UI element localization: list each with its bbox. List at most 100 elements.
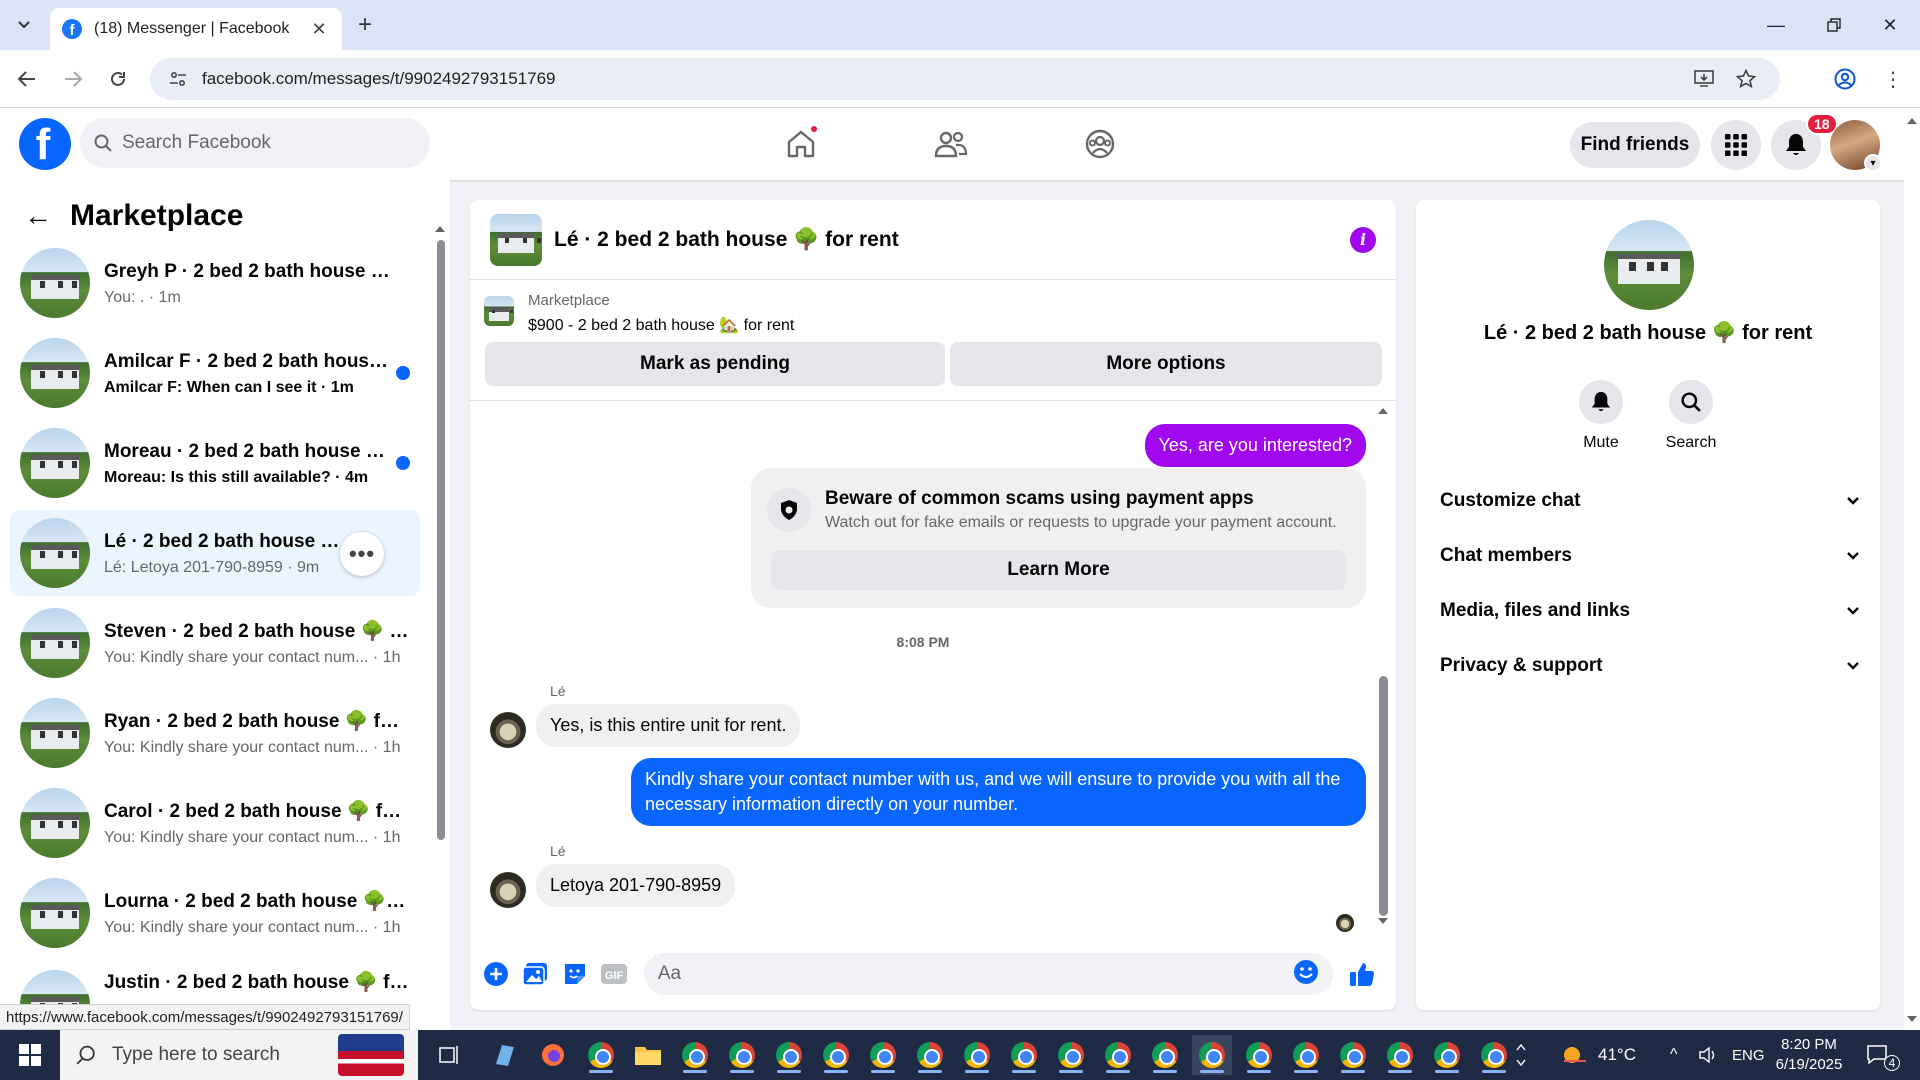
outgoing-message[interactable]: Yes, are you interested? (1144, 424, 1366, 467)
show-hidden-icons-chevron-icon[interactable]: ^ (1670, 1030, 1678, 1080)
chrome-icon[interactable] (1286, 1035, 1326, 1075)
language-indicator[interactable]: ENG (1732, 1030, 1765, 1080)
chat-header: Lé · 2 bed 2 bath house 🌳 for rent i (470, 200, 1396, 280)
chrome-icon[interactable] (1239, 1035, 1279, 1075)
conversation-item[interactable]: Steven · 2 bed 2 bath house 🌳 for rent Y… (10, 600, 420, 686)
menu-grid-button[interactable] (1711, 120, 1761, 170)
volume-icon[interactable] (1698, 1030, 1718, 1080)
account-chevron-down-icon[interactable]: ▾ (1864, 154, 1882, 172)
customize-chat-section[interactable]: Customize chat (1436, 479, 1860, 523)
conversation-item[interactable]: Carol · 2 bed 2 bath house 🌳 for rent Yo… (10, 780, 420, 866)
sender-avatar[interactable] (490, 872, 526, 908)
incoming-message[interactable]: Yes, is this entire unit for rent. (536, 704, 801, 747)
conversation-item[interactable]: Lourna · 2 bed 2 bath house 🌳 for rent Y… (10, 870, 420, 956)
site-settings-icon[interactable] (168, 69, 188, 89)
chrome-icon-active[interactable] (1192, 1035, 1232, 1075)
outgoing-message[interactable]: Kindly share your contact number with us… (631, 758, 1366, 826)
page-scrollbar[interactable] (1904, 108, 1920, 1030)
task-view-icon[interactable] (430, 1035, 470, 1075)
sender-avatar[interactable] (490, 712, 526, 748)
back-arrow-icon[interactable]: ← (20, 198, 56, 234)
search-highlight-image[interactable] (338, 1034, 404, 1076)
photo-icon[interactable] (519, 958, 550, 990)
chrome-icon[interactable] (863, 1035, 903, 1075)
chrome-icon[interactable] (1051, 1035, 1091, 1075)
scrollbar-thumb[interactable] (437, 240, 445, 840)
back-button[interactable] (12, 64, 42, 94)
listing-thumbnail[interactable] (490, 213, 542, 266)
info-icon[interactable]: i (1350, 226, 1376, 253)
install-app-icon[interactable] (1688, 63, 1720, 95)
mute-button[interactable]: Mute (1556, 380, 1646, 452)
sticker-icon[interactable] (559, 958, 590, 990)
listing-avatar[interactable] (1604, 220, 1694, 310)
bookmark-star-icon[interactable] (1730, 63, 1762, 95)
media-files-links-section[interactable]: Media, files and links (1436, 589, 1860, 633)
chrome-icon[interactable] (1145, 1035, 1185, 1075)
thumbs-up-icon[interactable] (1347, 958, 1378, 990)
chrome-icon[interactable] (1427, 1035, 1467, 1075)
scrollbar-thumb[interactable] (1379, 676, 1388, 916)
mark-as-pending-button[interactable]: Mark as pending (485, 342, 945, 386)
chrome-icon[interactable] (1380, 1035, 1420, 1075)
emoji-icon[interactable] (1293, 959, 1319, 990)
conversation-more-options-button[interactable]: ••• (340, 532, 384, 576)
chrome-icon[interactable] (816, 1035, 856, 1075)
privacy-support-section[interactable]: Privacy & support (1436, 644, 1860, 688)
chrome-icon[interactable] (722, 1035, 762, 1075)
chat-title[interactable]: Lé · 2 bed 2 bath house 🌳 for rent (554, 228, 1350, 252)
file-explorer-icon[interactable] (628, 1035, 668, 1075)
search-in-conversation-button[interactable]: Search (1646, 380, 1736, 452)
chrome-icon[interactable] (769, 1035, 809, 1075)
conversation-list-scrollbar[interactable] (434, 200, 446, 1040)
more-options-button[interactable]: More options (950, 342, 1382, 386)
chrome-icon[interactable] (1474, 1035, 1514, 1075)
conversation-item[interactable]: Moreau · 2 bed 2 bath house 🌳 for rent M… (10, 420, 420, 506)
chrome-icon[interactable] (957, 1035, 997, 1075)
reload-button[interactable] (103, 64, 133, 94)
chat-members-section[interactable]: Chat members (1436, 534, 1860, 578)
message-input[interactable] (657, 963, 1293, 985)
incoming-message[interactable]: Letoya 201-790-8959 (536, 864, 736, 907)
browser-tab-messenger[interactable]: f (18) Messenger | Facebook ✕ (50, 8, 342, 50)
chrome-icon[interactable] (910, 1035, 950, 1075)
section-label: Privacy & support (1440, 655, 1603, 676)
browser-profile-icon[interactable] (1830, 64, 1860, 94)
groups-nav-button[interactable] (1076, 120, 1124, 168)
chrome-icon[interactable] (1098, 1035, 1138, 1075)
facebook-search-box[interactable]: Search Facebook (80, 118, 430, 168)
gif-icon[interactable]: GIF (598, 958, 629, 990)
minimize-button[interactable]: — (1756, 10, 1796, 40)
conversation-item[interactable]: Amilcar F · 2 bed 2 bath house 🌳 for ren… (10, 330, 420, 416)
conversation-item[interactable]: Greyh P · 2 bed 2 bath house 🌳 for rent … (10, 240, 420, 326)
restore-button[interactable] (1814, 10, 1854, 40)
firefox-icon[interactable] (533, 1035, 573, 1075)
new-tab-button[interactable]: + (352, 11, 378, 38)
conversation-item[interactable]: Ryan · 2 bed 2 bath house 🌳 for rent You… (10, 690, 420, 776)
weather-widget[interactable]: 41°C (1560, 1030, 1636, 1080)
friends-nav-button[interactable] (927, 120, 975, 168)
tab-search-button[interactable] (10, 12, 38, 38)
notification-center-button[interactable]: 4 (1866, 1030, 1900, 1080)
browser-menu-button[interactable]: ⋮ (1878, 64, 1908, 94)
app-icon[interactable] (485, 1035, 525, 1075)
chrome-icon[interactable] (581, 1035, 621, 1075)
chrome-icon[interactable] (1333, 1035, 1373, 1075)
forward-button[interactable] (58, 64, 88, 94)
chrome-icon[interactable] (675, 1035, 715, 1075)
close-tab-icon[interactable]: ✕ (308, 18, 330, 40)
address-bar[interactable]: facebook.com/messages/t/9902492793151769 (150, 58, 1780, 100)
learn-more-button[interactable]: Learn More (771, 550, 1346, 590)
conversation-item-active[interactable]: Lé · 2 bed 2 bath house 🌳 fo… Lé: Letoya… (10, 510, 420, 596)
plus-circle-icon[interactable] (480, 958, 511, 990)
taskbar-overflow-chevron-icon[interactable] (1516, 1030, 1528, 1080)
home-nav-button[interactable] (777, 120, 825, 168)
chrome-icon[interactable] (1004, 1035, 1044, 1075)
facebook-logo[interactable]: f (19, 118, 71, 170)
find-friends-button[interactable]: Find friends (1570, 122, 1700, 168)
windows-start-button[interactable] (0, 1030, 60, 1080)
close-window-button[interactable]: ✕ (1870, 10, 1910, 40)
clock[interactable]: 8:20 PM 6/19/2025 (1764, 1035, 1854, 1075)
listing-summary[interactable]: Marketplace $900 - 2 bed 2 bath house 🏡 … (484, 292, 794, 335)
chat-scrollbar[interactable] (1376, 406, 1390, 926)
